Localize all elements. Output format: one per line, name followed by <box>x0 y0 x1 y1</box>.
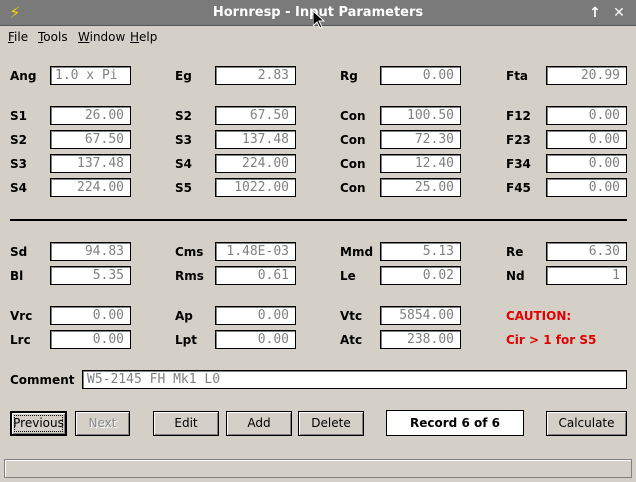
param-label: Ap <box>175 309 193 323</box>
param-field-rg[interactable]: 0.00 <box>380 66 461 85</box>
section-divider <box>10 219 627 221</box>
param-label: S3 <box>10 157 27 171</box>
previous-button[interactable]: Previous <box>10 411 67 436</box>
param-field-cms[interactable]: 1.48E-03 <box>215 242 296 261</box>
param-field-re[interactable]: 6.30 <box>546 242 627 261</box>
edit-button-label: Edit <box>174 416 198 430</box>
edit-button[interactable]: Edit <box>153 411 219 436</box>
param-field-f34[interactable]: 0.00 <box>546 154 627 173</box>
param-field-f23[interactable]: 0.00 <box>546 130 627 149</box>
param-field-s2[interactable]: 67.50 <box>215 106 296 125</box>
close-x-icon[interactable]: ✕ <box>609 3 629 23</box>
param-label: S4 <box>10 181 27 195</box>
param-label: S4 <box>175 157 192 171</box>
delete-button-label: Delete <box>311 416 351 430</box>
status-bar <box>4 459 632 478</box>
param-field-s1[interactable]: 26.00 <box>50 106 131 125</box>
param-label: S1 <box>10 109 27 123</box>
mouse-pointer-icon <box>313 11 325 29</box>
caution-title: CAUTION: <box>506 309 572 323</box>
calculate-button-label: Calculate <box>558 416 615 430</box>
param-label: F12 <box>506 109 531 123</box>
comment-label: Comment <box>10 373 75 387</box>
param-field-s3[interactable]: 137.48 <box>215 130 296 149</box>
param-field-lrc[interactable]: 0.00 <box>50 330 131 349</box>
param-label: S2 <box>10 133 27 147</box>
up-arrow-icon[interactable]: ↑ <box>585 3 605 23</box>
param-field-con2[interactable]: 72.30 <box>380 130 461 149</box>
menu-bar: File Tools Window Help <box>0 26 636 48</box>
param-field-con4[interactable]: 25.00 <box>380 178 461 197</box>
param-field-mmd[interactable]: 5.13 <box>380 242 461 261</box>
add-button[interactable]: Add <box>226 411 292 436</box>
param-field-bl[interactable]: 5.35 <box>50 266 131 285</box>
param-field-ap[interactable]: 0.00 <box>215 306 296 325</box>
next-button[interactable]: Next <box>75 411 130 436</box>
param-label: Rg <box>340 69 358 83</box>
param-label: Con <box>340 109 366 123</box>
param-field-fta[interactable]: 20.99 <box>546 66 627 85</box>
param-field-s4[interactable]: 224.00 <box>50 178 131 197</box>
param-field-ang[interactable]: 1.0 x Pi <box>50 66 131 85</box>
param-label: Mmd <box>340 245 374 259</box>
param-field-s2[interactable]: 67.50 <box>50 130 131 149</box>
param-field-vtc[interactable]: 5854.00 <box>380 306 461 325</box>
param-label: Bl <box>10 269 24 283</box>
param-label: Con <box>340 157 366 171</box>
param-label: Con <box>340 133 366 147</box>
param-field-con1[interactable]: 100.50 <box>380 106 461 125</box>
param-label: Vtc <box>340 309 363 323</box>
param-label: Rms <box>175 269 204 283</box>
menu-tools[interactable]: Tools <box>38 30 68 44</box>
param-label: Sd <box>10 245 28 259</box>
delete-button[interactable]: Delete <box>298 411 364 436</box>
param-field-nd[interactable]: 1 <box>546 266 627 285</box>
param-label: F23 <box>506 133 531 147</box>
param-label: Fta <box>506 69 529 83</box>
param-label: Lrc <box>10 333 31 347</box>
param-field-f45[interactable]: 0.00 <box>546 178 627 197</box>
param-label: Le <box>340 269 356 283</box>
param-field-eg[interactable]: 2.83 <box>215 66 296 85</box>
param-field-vrc[interactable]: 0.00 <box>50 306 131 325</box>
add-button-label: Add <box>247 416 271 430</box>
caution-message: Cir > 1 for S5 <box>506 333 597 347</box>
previous-button-label: Previous <box>13 416 64 430</box>
param-label: Cms <box>175 245 204 259</box>
param-label: S3 <box>175 133 192 147</box>
menu-help[interactable]: Help <box>130 30 157 44</box>
calculate-button[interactable]: Calculate <box>546 411 627 436</box>
param-label: Con <box>340 181 366 195</box>
param-label: Ang <box>10 69 37 83</box>
menu-window[interactable]: Window <box>78 30 125 44</box>
param-label: F45 <box>506 181 531 195</box>
record-indicator: Record 6 of 6 <box>386 410 524 436</box>
param-label: Re <box>506 245 524 259</box>
param-label: Nd <box>506 269 525 283</box>
menu-file[interactable]: File <box>8 30 28 44</box>
param-field-s4[interactable]: 224.00 <box>215 154 296 173</box>
param-label: S2 <box>175 109 192 123</box>
param-field-atc[interactable]: 238.00 <box>380 330 461 349</box>
param-label: Atc <box>340 333 363 347</box>
param-field-sd[interactable]: 94.83 <box>50 242 131 261</box>
param-field-rms[interactable]: 0.61 <box>215 266 296 285</box>
param-field-le[interactable]: 0.02 <box>380 266 461 285</box>
comment-field[interactable]: W5-2145 FH Mk1 L0 <box>82 370 627 389</box>
next-button-label: Next <box>88 416 117 430</box>
param-field-f12[interactable]: 0.00 <box>546 106 627 125</box>
param-label: Lpt <box>175 333 197 347</box>
param-label: S5 <box>175 181 192 195</box>
param-field-s5[interactable]: 1022.00 <box>215 178 296 197</box>
param-label: Eg <box>175 69 192 83</box>
param-label: F34 <box>506 157 531 171</box>
param-field-lpt[interactable]: 0.00 <box>215 330 296 349</box>
param-field-s3[interactable]: 137.48 <box>50 154 131 173</box>
param-field-con3[interactable]: 12.40 <box>380 154 461 173</box>
param-label: Vrc <box>10 309 33 323</box>
